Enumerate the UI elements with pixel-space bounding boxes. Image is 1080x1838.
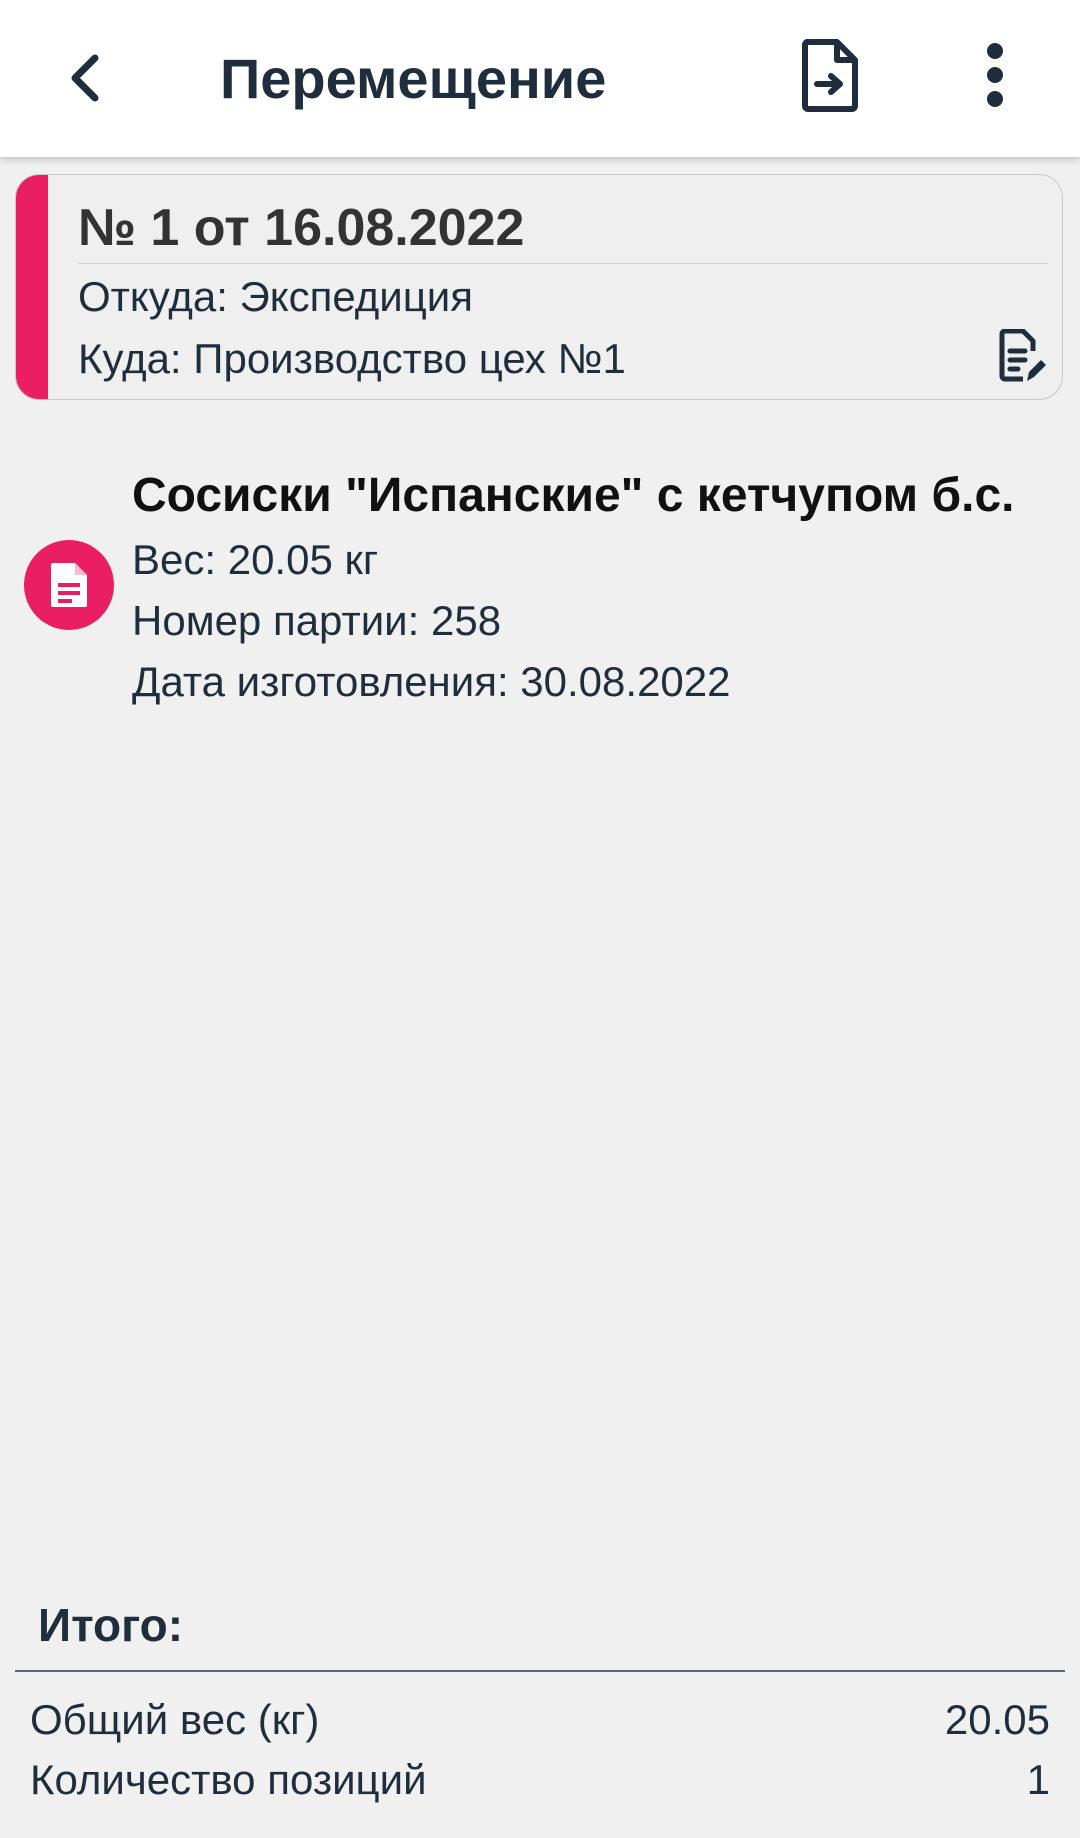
file-export-icon (802, 39, 858, 112)
total-weight-label: Общий вес (кг) (30, 1696, 320, 1743)
more-vertical-icon (987, 43, 1003, 107)
document-from: Откуда: Экспедиция (78, 273, 474, 320)
more-options-button[interactable] (955, 30, 1035, 120)
card-divider (78, 263, 1048, 264)
total-weight-row: Общий вес (кг) 20.05 (30, 1692, 1050, 1748)
document-edit-icon (999, 329, 1046, 382)
positions-count-row: Количество позиций 1 (30, 1752, 1050, 1808)
export-button[interactable] (790, 30, 870, 120)
item-name: Сосиски "Испанские" с кетчупом б.с. (132, 469, 1015, 522)
item-badge (24, 540, 114, 630)
app-bar: Перемещение (0, 0, 1080, 157)
chevron-left-icon (71, 54, 99, 102)
totals-title: Итого: (38, 1599, 184, 1651)
positions-count-label: Количество позиций (30, 1756, 427, 1803)
screen: Перемещение № 1 от 16.08.2022 Откуда: Эк… (0, 0, 1080, 1838)
document-number: № 1 от 16.08.2022 (78, 199, 525, 257)
positions-count-value: 1 (1026, 1756, 1050, 1803)
item-batch-number: Номер партии: 258 (132, 597, 502, 644)
card-accent-stripe (16, 175, 48, 399)
document-icon (51, 563, 87, 607)
total-weight-value: 20.05 (944, 1696, 1050, 1743)
list-item[interactable]: Сосиски "Испанские" с кетчупом б.с. Вес:… (0, 460, 1080, 720)
edit-document-button[interactable] (994, 325, 1052, 389)
item-production-date: Дата изготовления: 30.08.2022 (132, 658, 731, 705)
document-card[interactable]: № 1 от 16.08.2022 Откуда: Экспедиция Куд… (15, 174, 1063, 400)
back-button[interactable] (50, 38, 120, 118)
totals-divider (15, 1670, 1065, 1672)
item-weight: Вес: 20.05 кг (132, 536, 379, 583)
document-to: Куда: Производство цех №1 (78, 335, 626, 382)
page-title: Перемещение (220, 47, 607, 110)
